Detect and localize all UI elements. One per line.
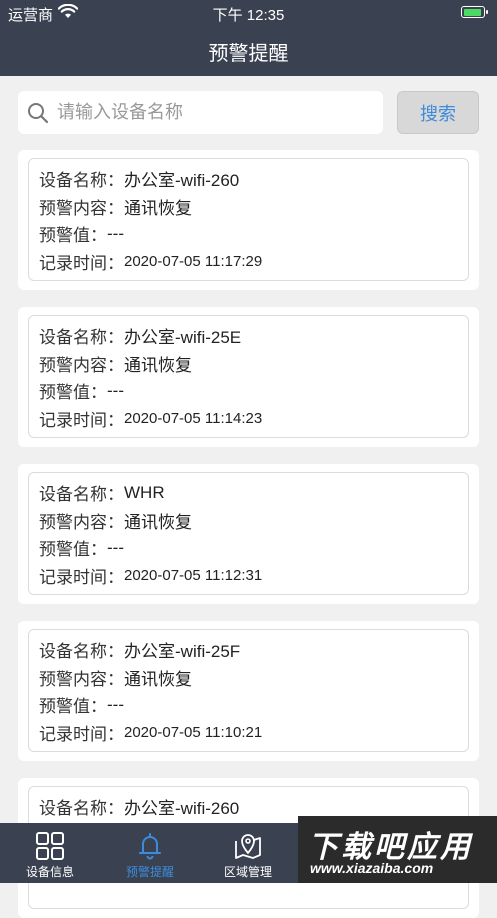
alert-card[interactable]: 设备名称： 办公室-wifi-260 预警内容： 通讯恢复 预警值： --- 记录时间… [18, 150, 479, 290]
alert-value-label: 预警值： [39, 540, 107, 560]
alert-card[interactable]: 设备名称： 办公室-wifi-25E 预警内容： 通讯恢复 预警值： --- 记录时间… [18, 307, 479, 447]
status-time: 下午 12:35 [212, 7, 285, 24]
alert-value-label: 预警值： [39, 383, 107, 403]
battery-icon [461, 6, 488, 18]
record-time-label: 记录时间： [39, 410, 124, 430]
watermark-sub-text: www.xiazaiba.com [310, 860, 434, 876]
search-input[interactable] [55, 101, 359, 124]
alert-value: --- [107, 380, 124, 400]
tab-label: 区域管理 [223, 865, 272, 879]
tab-area-management[interactable]: 区域管理 [198, 823, 298, 883]
tab-alerts[interactable]: 预警提醒 [100, 823, 200, 883]
search-area: 搜索 [0, 76, 497, 150]
tab-device-info[interactable]: 设备信息 [0, 823, 100, 883]
device-name-label: 设备名称： [39, 642, 124, 662]
record-time-label: 记录时间： [39, 724, 124, 744]
map-pin-icon [235, 834, 261, 859]
record-time-value: 2020-07-05 11:12:31 [124, 566, 263, 584]
record-time-value: 2020-07-05 11:17:29 [124, 252, 263, 270]
alert-content-label: 预警内容： [39, 669, 124, 689]
alert-content-value: 通讯恢复 [124, 512, 192, 532]
alert-content-value: 通讯恢复 [124, 355, 192, 375]
tab-label: 设备信息 [25, 865, 74, 879]
tab-label: 预警提醒 [125, 865, 174, 879]
search-box[interactable] [18, 91, 383, 134]
alert-content-label: 预警内容： [39, 355, 124, 375]
page-title: 预警提醒 [208, 42, 289, 65]
alert-content-label: 预警内容： [39, 512, 124, 532]
alert-content-value: 通讯恢复 [124, 198, 192, 218]
bell-icon [139, 833, 161, 860]
device-name-label: 设备名称： [39, 171, 124, 191]
alert-content-label: 预警内容： [39, 198, 124, 218]
record-time-value: 2020-07-05 11:10:21 [124, 723, 263, 741]
record-time-label: 记录时间： [39, 253, 124, 273]
device-name-value: 办公室-wifi-25E [124, 328, 242, 348]
alert-value: --- [107, 537, 124, 557]
search-button[interactable]: 搜索 [397, 91, 479, 134]
alert-value: --- [107, 223, 124, 243]
device-name-label: 设备名称： [39, 799, 124, 819]
alert-card[interactable]: 设备名称： 办公室-wifi-25F 预警内容： 通讯恢复 预警值： --- 记录时间… [18, 621, 479, 761]
grid-icon [36, 832, 64, 860]
device-name-value: 办公室-wifi-260 [124, 171, 240, 191]
record-time-value: 2020-07-05 11:14:23 [124, 409, 263, 427]
watermark-logo: 下载吧应用 www.xiazaiba.com [298, 816, 497, 883]
device-name-value: 办公室-wifi-260 [124, 799, 240, 819]
alert-content-value: 通讯恢复 [124, 669, 192, 689]
nav-bar: 预警提醒 [0, 26, 497, 76]
device-name-value: WHR [124, 482, 165, 502]
alert-value: --- [107, 694, 124, 714]
alert-value-label: 预警值： [39, 226, 107, 246]
search-icon [28, 102, 49, 123]
device-name-label: 设备名称： [39, 328, 124, 348]
alert-value-label: 预警值： [39, 697, 107, 717]
record-time-label: 记录时间： [39, 567, 124, 587]
device-name-label: 设备名称： [39, 485, 124, 505]
status-bar: 运营商 下午 12:35 [0, 0, 497, 26]
device-name-value: 办公室-wifi-25F [124, 642, 241, 662]
alert-card[interactable]: 设备名称： WHR 预警内容： 通讯恢复 预警值： --- 记录时间： 2020-07-… [18, 464, 479, 604]
